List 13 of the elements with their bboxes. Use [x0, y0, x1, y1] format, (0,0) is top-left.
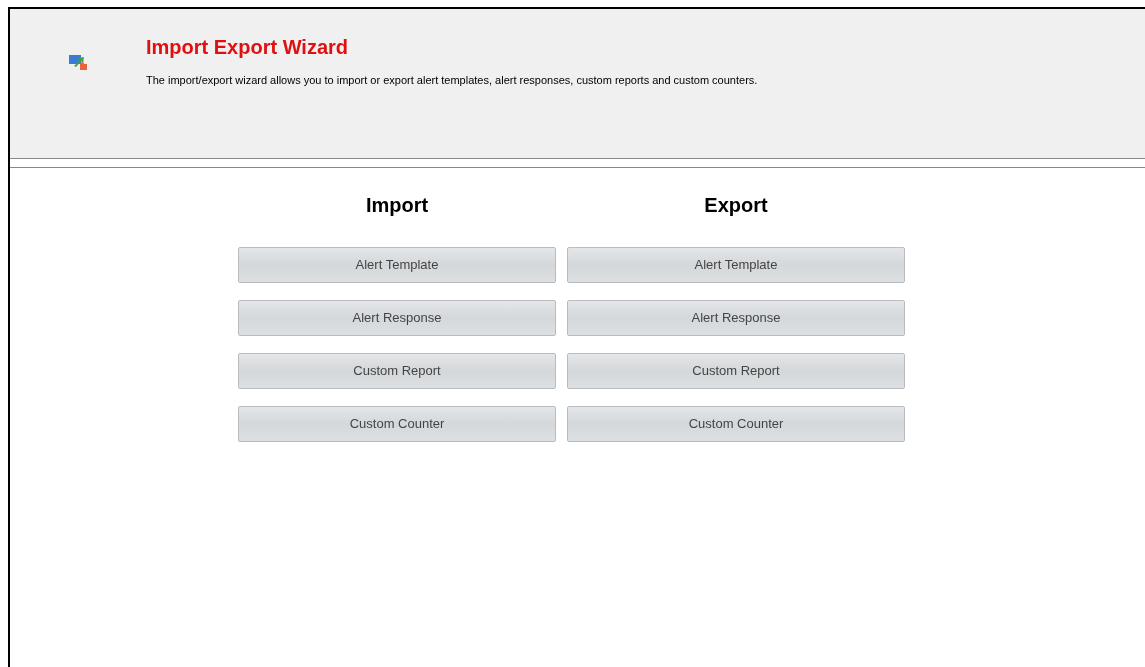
wizard-button[interactable]: Custom Counter [567, 406, 905, 442]
column-heading: Export [704, 193, 768, 218]
wizard-button[interactable]: Custom Counter [238, 406, 556, 442]
wizard-button[interactable]: Alert Response [567, 300, 905, 336]
column-heading: Import [365, 193, 429, 218]
wizard-button[interactable]: Custom Report [567, 353, 905, 389]
wizard-button[interactable]: Alert Template [567, 247, 905, 283]
wizard-title: Import Export Wizard [146, 35, 350, 60]
wizard-description: The import/export wizard allows you to import or export alert templates, alert responses, custom reports and custom counters. [146, 73, 758, 88]
wizard-button[interactable]: Custom Report [238, 353, 556, 389]
wizard-button[interactable]: Alert Response [238, 300, 556, 336]
wizard-button[interactable]: Alert Template [238, 247, 556, 283]
transfer-icon [68, 52, 88, 72]
